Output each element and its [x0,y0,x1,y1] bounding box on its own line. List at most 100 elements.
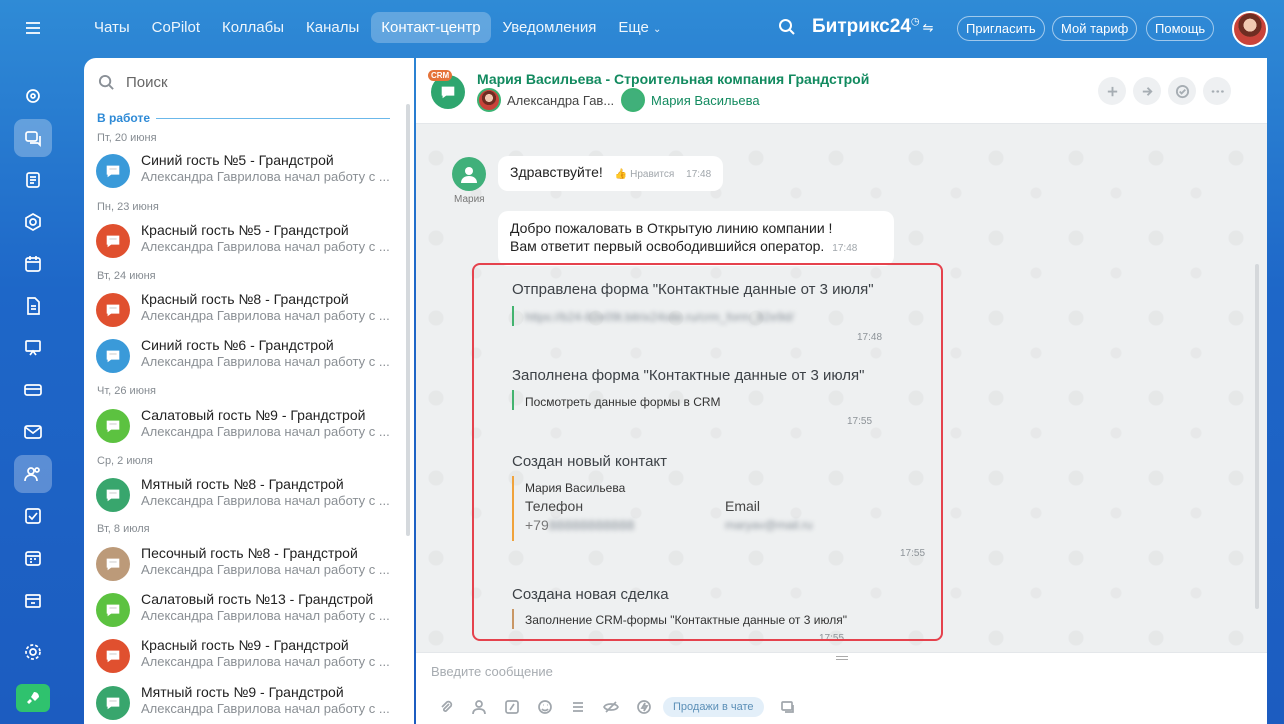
chat-list-preview: Александра Гаврилова начал работу с ... [141,239,390,254]
rail-docs-icon[interactable] [14,161,52,199]
resize-handle[interactable] [836,656,848,660]
header-actions [1091,77,1231,105]
list-search[interactable]: Поиск [98,74,168,91]
client-message-avatar[interactable] [452,157,486,191]
rail-card-icon[interactable] [14,371,52,409]
rail-mail-icon[interactable] [14,413,52,451]
user-icon[interactable] [462,699,495,715]
nav-notifications[interactable]: Уведомления [493,12,607,43]
message-input[interactable]: Введите сообщение [431,664,553,679]
message-bubble[interactable]: Здравствуйте! 👍 Нравится 17:48 [498,156,724,191]
chat-bubble-icon [104,647,122,665]
section-title: В работе [97,111,150,125]
help-button[interactable]: Помощь [1146,16,1215,41]
rail-board-icon[interactable] [14,329,52,367]
nav-collabs[interactable]: Коллабы [212,12,294,43]
message-bubble[interactable]: Добро пожаловать в Открытую линию компан… [498,211,894,266]
event-title: Создан новый контакт [512,453,668,470]
add-icon[interactable] [1098,77,1126,105]
date-separator: Пт, 20 июня [97,132,157,144]
chat-list-item[interactable]: Мятный гость №9 - Грандстрой Александра Г… [96,682,396,724]
chat-list-item[interactable]: Мятный гость №8 - Грандстрой Александра Г… [96,474,396,518]
tariff-button[interactable]: Мой тариф [1052,16,1138,41]
like-label[interactable]: Нравится [630,169,674,180]
header-user-operator[interactable]: Александра Гав... [477,88,614,112]
message-text: Здравствуйте! [510,164,603,180]
rail-hex-icon[interactable] [14,203,52,241]
contact-name[interactable]: Мария Васильева [525,481,625,495]
template-icon[interactable] [561,699,594,715]
list-search-input[interactable]: Поиск [126,74,168,91]
chat-bubble-icon [104,417,122,435]
chat-list-name: Красный гость №8 - Грандстрой [141,291,349,307]
client-name: Мария Васильева [651,92,760,108]
smile-icon[interactable] [528,699,561,715]
search-icon[interactable] [778,18,796,41]
nav-contact-center[interactable]: Контакт-центр [371,12,491,43]
screen-icon[interactable] [772,699,805,715]
clock-icon: ◷ [910,16,920,28]
check-icon[interactable] [1168,77,1196,105]
person-icon [461,167,477,183]
chat-title[interactable]: Мария Васильева - Строительная компания … [477,71,869,87]
brand-number: 24 [889,16,911,37]
list-scrollbar[interactable] [406,104,410,536]
sales-in-chat-button[interactable]: Продажи в чате [663,697,764,717]
attach-icon[interactable] [429,699,462,715]
chat-header: CRM Мария Васильева - Строительная компа… [416,58,1267,124]
rail-schedule-icon[interactable] [14,539,52,577]
rocket-icon[interactable] [16,684,50,712]
menu-icon[interactable] [14,9,52,47]
chat-list-name: Синий гость №5 - Грандстрой [141,152,334,168]
nav-chats[interactable]: Чаты [84,12,140,43]
message-text: Вам ответит первый освободившийся операт… [510,238,825,254]
chat-list-item[interactable]: Синий гость №5 - Грандстрой Александра Га… [96,150,396,194]
event-deal-created: Создана новая сделка [512,586,669,603]
rail-contacts-icon[interactable] [14,455,52,493]
lightning-icon[interactable] [627,699,660,715]
left-rail [0,0,66,724]
event-marker [512,306,514,326]
chat-list-item[interactable]: Красный гость №9 - Грандстрой Александра … [96,635,396,679]
invite-button[interactable]: Пригласить [957,16,1045,41]
chat-list-panel: Поиск В работе Пт, 20 июня Синий гость №… [84,58,414,724]
chat-list-item[interactable]: Салатовый гость №9 - Грандстрой Александр… [96,405,396,449]
chat-list-name: Мятный гость №8 - Грандстрой [141,476,344,492]
email-value: maryav@mail.ru [725,518,813,532]
chat-list-item[interactable]: Красный гость №5 - Грандстрой Александра … [96,220,396,264]
nav-channels[interactable]: Каналы [296,12,369,43]
chat-list-item[interactable]: Красный гость №8 - Грандстрой Александра … [96,289,396,333]
phone-label: Телефон [525,498,584,514]
rail-file-icon[interactable] [14,287,52,325]
nav-copilot[interactable]: CoPilot [142,12,210,43]
chat-list-avatar [96,686,130,720]
chat-list-preview: Александра Гаврилова начал работу с ... [141,308,390,323]
deal-text[interactable]: Заполнение CRM-формы "Контактные данные … [525,613,847,627]
chat-list-item[interactable]: Синий гость №6 - Грандстрой Александра Га… [96,335,396,379]
input-toolbar: Продажи в чате [429,697,805,717]
chat-list-item[interactable]: Салатовый гость №13 - Грандстрой Александ… [96,589,396,633]
rail-settings-icon[interactable] [14,633,52,671]
like-icon[interactable]: 👍 [615,169,627,180]
form-link[interactable]: https://b24-82e09t.bitrix24site.ru/crm_f… [525,310,794,324]
rail-feed-icon[interactable] [14,77,52,115]
rail-tasks-icon[interactable] [14,497,52,535]
nav-more[interactable]: Еще ⌄ [608,12,671,43]
chat-list-item[interactable]: Песочный гость №8 - Грандстрой Александра… [96,543,396,587]
chat-scrollbar[interactable] [1255,264,1259,609]
rail-chats-icon[interactable] [14,119,52,157]
brand-logo[interactable]: Битрикс24◷ ⇋ [812,16,934,38]
rail-calendar-icon[interactable] [14,245,52,283]
chat-list-name: Песочный гость №8 - Грандстрой [141,545,358,561]
command-icon[interactable] [495,699,528,715]
hide-icon[interactable] [594,699,627,715]
forward-icon[interactable] [1133,77,1161,105]
chat-bubble-icon [104,347,122,365]
rail-store-icon[interactable] [14,581,52,619]
chat-list-name: Салатовый гость №9 - Грандстрой [141,407,366,423]
view-form-link[interactable]: Посмотреть данные формы в CRM [525,395,721,409]
header-user-client[interactable]: Мария Васильева [621,88,760,112]
user-avatar[interactable] [1232,11,1268,47]
more-icon[interactable] [1203,77,1231,105]
message-author: Мария [454,194,485,205]
